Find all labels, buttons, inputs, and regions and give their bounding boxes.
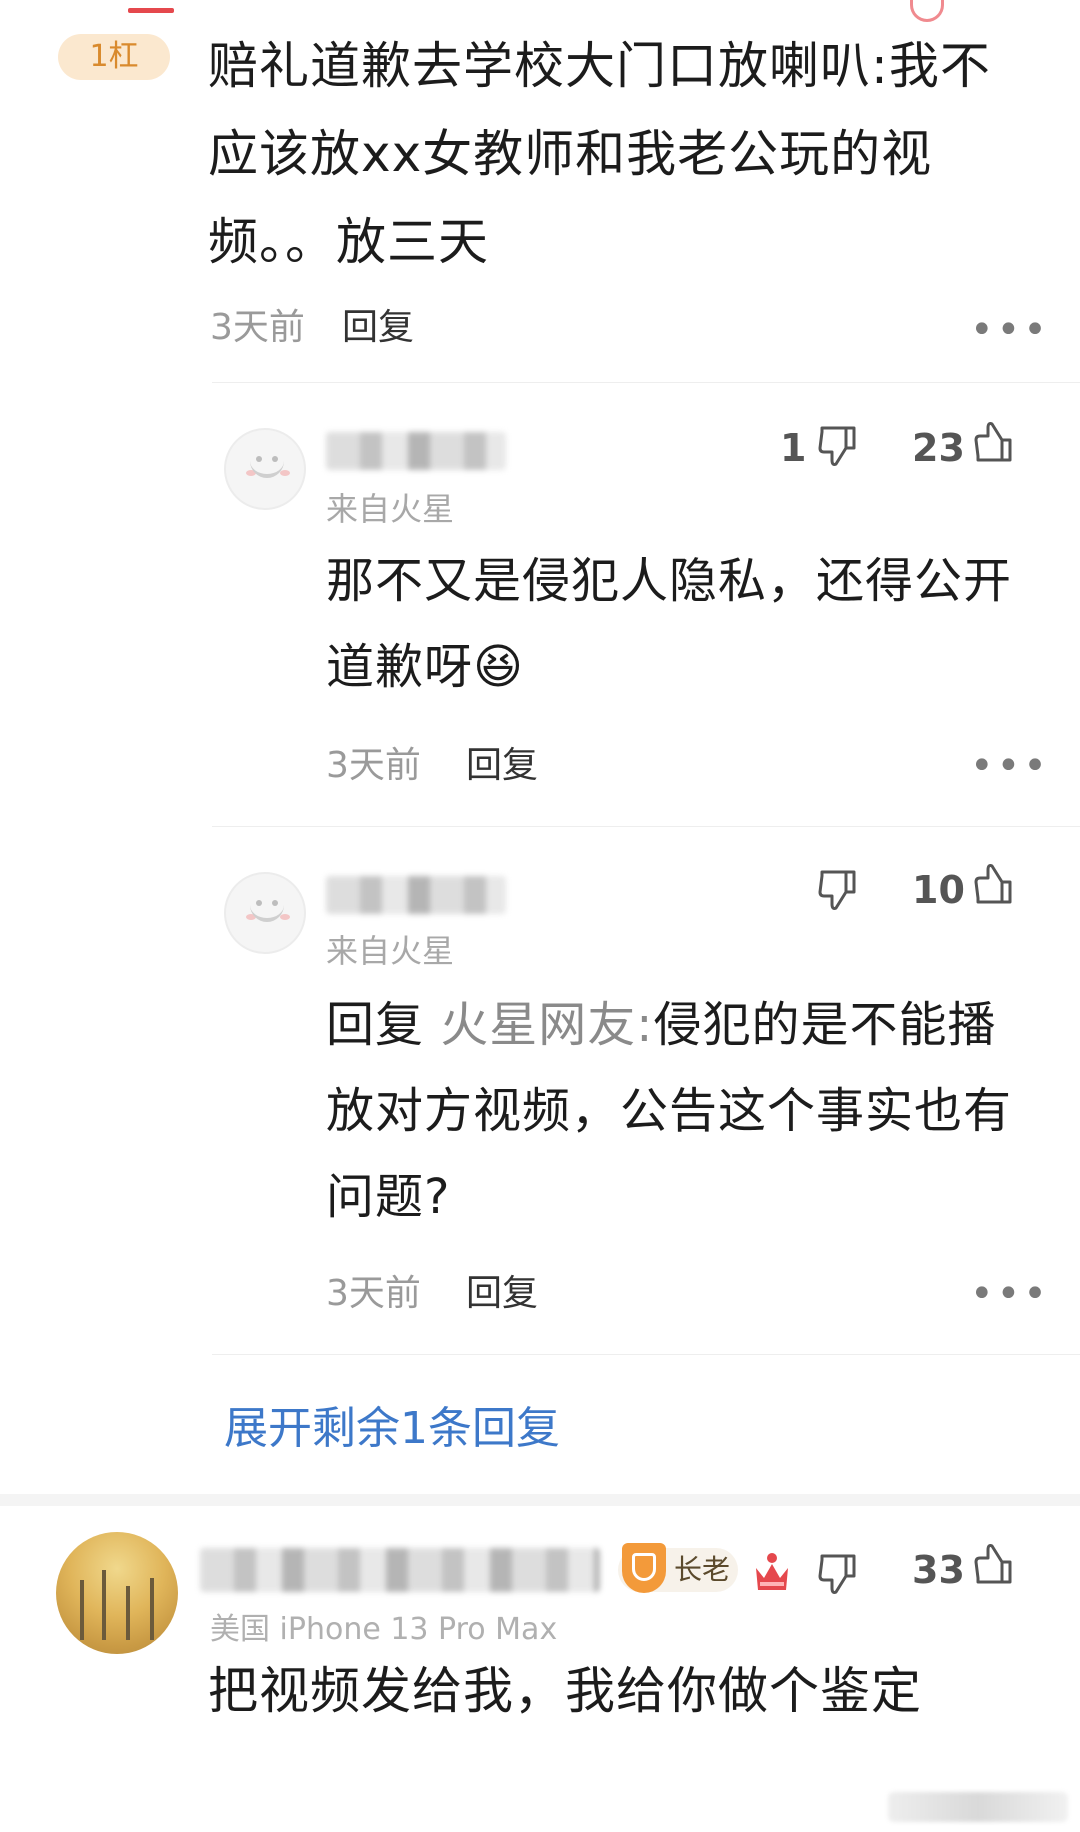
thumb-up-icon[interactable] (972, 420, 1016, 464)
dislike-count: 1 (780, 426, 807, 470)
username-blurred[interactable] (326, 432, 506, 470)
shield-inner-icon (632, 1553, 656, 1581)
user-source: 来自火星 (326, 490, 455, 528)
comment-text: 赔礼道歉去学校大门口放喇叭:我不应该放xx女教师和我老公玩的视频。。放三天 (208, 37, 991, 271)
reply-button[interactable]: 回复 (466, 1264, 538, 1316)
like-count: 23 (912, 426, 965, 470)
divider (212, 826, 1080, 827)
divider (212, 1354, 1080, 1355)
emoji-fragment (910, 0, 944, 22)
section-divider (0, 1494, 1080, 1506)
expand-replies-link[interactable]: 展开剩余1条回复 (224, 1392, 560, 1456)
watermark (888, 1792, 1068, 1822)
thumb-down-icon[interactable] (816, 868, 860, 912)
reply-time: 3天前 (326, 1273, 421, 1314)
thumb-up-icon[interactable] (972, 862, 1016, 906)
like-count: 10 (912, 868, 965, 912)
like-count: 33 (912, 1548, 965, 1592)
reply-text: 回复 火星网友:侵犯的是不能播放对方视频，公告这个事实也有问题? (326, 982, 1016, 1240)
crown-icon (756, 1553, 788, 1590)
comment-time: 3天前 (210, 307, 305, 348)
avatar[interactable] (56, 1532, 178, 1654)
thumb-down-icon[interactable] (816, 1552, 860, 1596)
user-source: 来自火星 (326, 932, 455, 970)
more-options-icon[interactable]: ••• (970, 746, 1050, 786)
floor-badge: 1杠 (58, 34, 170, 80)
device-info: 美国 iPhone 13 Pro Max (210, 1612, 558, 1647)
thumb-up-icon[interactable] (972, 1542, 1016, 1586)
username-blurred[interactable] (200, 1548, 600, 1592)
mention-link[interactable]: 火星网友: (440, 997, 653, 1053)
comment-text: 把视频发给我，我给你做个鉴定 (208, 1662, 922, 1720)
reply-time: 3天前 (326, 745, 421, 786)
reply-text-content: 那不又是侵犯人隐私，还得公开道歉呀 (326, 553, 1013, 695)
top-highlight-mark (128, 8, 174, 13)
thumb-down-icon[interactable] (816, 424, 860, 468)
more-options-icon[interactable]: ••• (970, 1274, 1050, 1314)
divider (212, 382, 1080, 383)
reply-button[interactable]: 回复 (342, 298, 414, 350)
reply-text-content: 侵犯的是不能播放对方视频，公告这个事实也有问题? (326, 997, 1013, 1225)
reply-prefix: 回复 (326, 997, 425, 1053)
reply-text: 那不又是侵犯人隐私，还得公开道歉呀😆 (326, 538, 1026, 710)
username-blurred[interactable] (326, 876, 506, 914)
avatar[interactable] (224, 428, 306, 510)
more-options-icon[interactable]: ••• (970, 310, 1050, 350)
reply-button[interactable]: 回复 (466, 736, 538, 788)
avatar[interactable] (224, 872, 306, 954)
elder-badge-label: 长老 (674, 1553, 731, 1586)
laughing-emoji-icon: 😆 (473, 639, 525, 695)
